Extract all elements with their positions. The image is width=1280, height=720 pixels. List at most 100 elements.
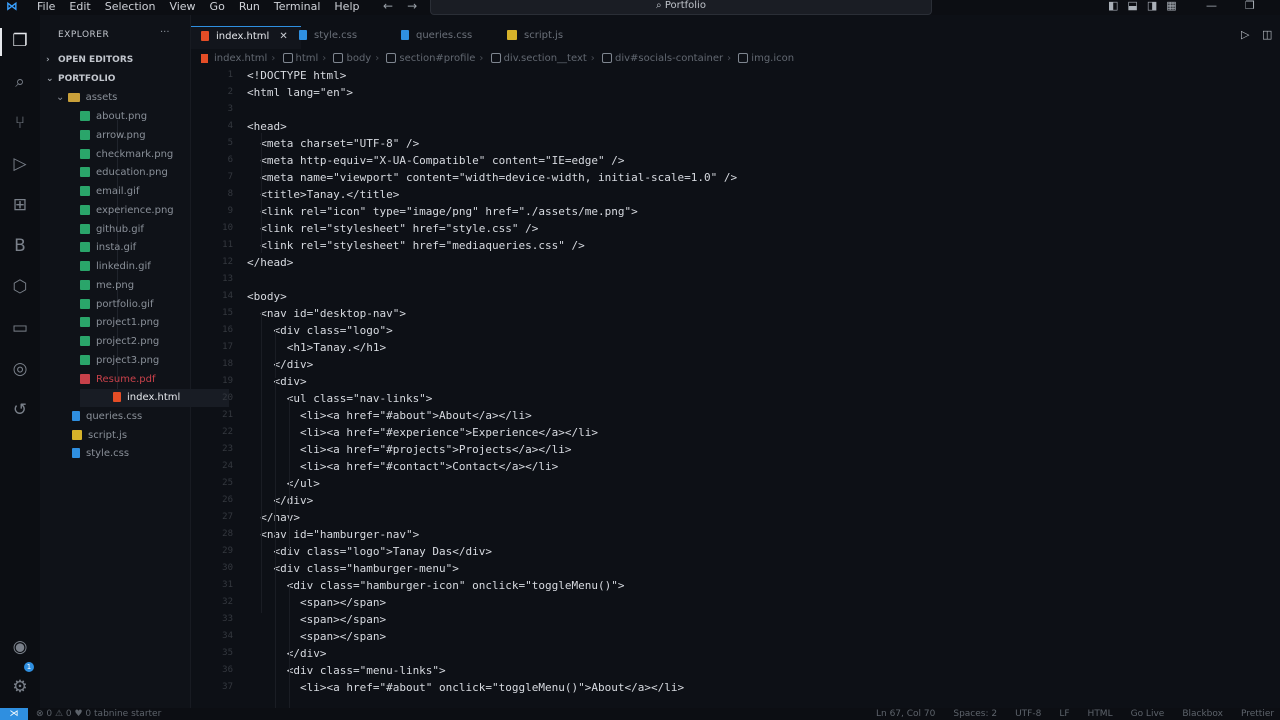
- breadcrumb-item[interactable]: html: [296, 53, 319, 64]
- file-item[interactable]: script.js: [72, 427, 127, 445]
- tab-script-js[interactable]: script.js: [507, 26, 587, 48]
- remote-explorer-icon[interactable]: ⬡: [8, 275, 32, 299]
- back-arrow-icon[interactable]: ←: [383, 0, 393, 13]
- breadcrumb-item[interactable]: body: [346, 53, 371, 64]
- remote-indicator-icon[interactable]: ⋊: [0, 708, 28, 720]
- menu-edit[interactable]: Edit: [62, 0, 97, 15]
- line-number: 11: [222, 240, 233, 250]
- forward-arrow-icon[interactable]: →: [407, 0, 417, 13]
- cursor-position[interactable]: Ln 67, Col 70: [876, 708, 935, 720]
- breadcrumb-item[interactable]: div.section__text: [504, 53, 587, 64]
- file-item[interactable]: project3.png: [80, 352, 159, 370]
- prettier-status[interactable]: Prettier: [1241, 708, 1274, 720]
- tab-label: queries.css: [416, 30, 473, 41]
- code-line: <nav id="hamburger-nav">: [247, 528, 420, 541]
- breadcrumb-item[interactable]: section#profile: [399, 53, 475, 64]
- file-item[interactable]: arrow.png: [80, 127, 146, 145]
- indent-guide: [275, 381, 276, 567]
- element-icon: [601, 53, 612, 63]
- blackbox-status[interactable]: Blackbox: [1182, 708, 1223, 720]
- file-label: insta.gif: [96, 242, 137, 254]
- open-editors-section[interactable]: › OPEN EDITORS: [46, 55, 133, 65]
- accounts-icon[interactable]: ◉: [8, 635, 32, 659]
- line-number: 20: [222, 393, 233, 403]
- image-file-icon: [80, 242, 90, 253]
- maximize-icon[interactable]: ❐: [1245, 0, 1255, 11]
- line-ending[interactable]: LF: [1059, 708, 1069, 720]
- search-icon[interactable]: ⌕: [8, 70, 32, 94]
- breadcrumb-item[interactable]: img.icon: [751, 53, 794, 64]
- menu-go[interactable]: Go: [203, 0, 232, 15]
- breadcrumb-item[interactable]: div#socials-container: [615, 53, 723, 64]
- menu-selection[interactable]: Selection: [98, 0, 163, 15]
- settings-gear-icon[interactable]: ⚙: [8, 675, 32, 699]
- toggle-panel-icon[interactable]: ⬓: [1127, 0, 1137, 12]
- image-file-icon: [80, 261, 90, 271]
- tab-style-css[interactable]: style.css: [299, 26, 389, 48]
- css-file-icon: [401, 30, 409, 40]
- file-item[interactable]: me.png: [80, 277, 134, 295]
- file-item[interactable]: about.png: [80, 108, 147, 126]
- extensions-icon[interactable]: ⊞: [8, 193, 32, 217]
- code-line: <title>Tanay.</title>: [247, 188, 400, 201]
- tab-queries-css[interactable]: queries.css: [401, 26, 491, 48]
- line-number: 17: [222, 342, 233, 352]
- run-icon[interactable]: ▷: [1241, 28, 1249, 41]
- toggle-sidebar-icon[interactable]: ◧: [1108, 0, 1118, 12]
- file-label: style.css: [86, 448, 130, 460]
- close-icon[interactable]: ✕: [279, 31, 287, 42]
- file-item[interactable]: education.png: [80, 164, 168, 182]
- source-control-icon[interactable]: ⑂: [8, 111, 32, 135]
- code-line: <link rel="icon" type="image/png" href="…: [247, 205, 638, 218]
- edge-devtools-icon[interactable]: ◎: [8, 357, 32, 381]
- split-editor-icon[interactable]: ◫: [1262, 28, 1272, 41]
- customize-layout-icon[interactable]: ▦: [1166, 0, 1176, 12]
- file-item[interactable]: project2.png: [80, 333, 159, 351]
- file-item[interactable]: github.gif: [80, 221, 144, 239]
- breadcrumb-item[interactable]: index.html: [214, 53, 267, 64]
- menu-help[interactable]: Help: [327, 0, 366, 15]
- toggle-secondary-sidebar-icon[interactable]: ◨: [1147, 0, 1157, 12]
- file-label: index.html: [127, 392, 181, 403]
- chat-icon[interactable]: ▭: [8, 316, 32, 340]
- file-item[interactable]: experience.png: [80, 202, 174, 220]
- code-editor[interactable]: 1 <!DOCTYPE html> 2 <html lang="en"> 3 4 <head…: [191, 68, 1280, 708]
- indentation[interactable]: Spaces: 2: [953, 708, 997, 720]
- encoding[interactable]: UTF-8: [1015, 708, 1041, 720]
- status-left[interactable]: ⊗ 0 ⚠ 0 ♥ 0 tabnine starter: [36, 708, 161, 720]
- tab-index-html[interactable]: index.html ✕: [191, 26, 301, 49]
- menu-view[interactable]: View: [162, 0, 202, 15]
- run-debug-icon[interactable]: ▷: [8, 152, 32, 176]
- blackbox-icon[interactable]: B: [8, 234, 32, 258]
- menu-file[interactable]: File: [30, 0, 62, 15]
- minimize-icon[interactable]: —: [1206, 0, 1217, 11]
- line-number: 2: [227, 87, 233, 97]
- file-item[interactable]: style.css: [72, 445, 129, 463]
- code-line: <div class="menu-links">: [247, 664, 446, 677]
- folder-icon: [67, 92, 80, 102]
- go-live-button[interactable]: Go Live: [1131, 708, 1165, 720]
- timeline-icon[interactable]: ↺: [8, 398, 32, 422]
- file-item[interactable]: portfolio.gif: [80, 296, 153, 314]
- line-number: 36: [222, 665, 233, 675]
- file-item[interactable]: linkedin.gif: [80, 258, 151, 276]
- portfolio-section[interactable]: ⌄ PORTFOLIO: [46, 74, 115, 84]
- file-item[interactable]: checkmark.png: [80, 146, 173, 164]
- file-item[interactable]: queries.css: [72, 408, 142, 426]
- code-line: <!DOCTYPE html>: [247, 69, 347, 82]
- file-item[interactable]: email.gif: [80, 183, 139, 201]
- menu-run[interactable]: Run: [232, 0, 267, 15]
- menu-terminal[interactable]: Terminal: [267, 0, 328, 15]
- line-number: 21: [222, 410, 233, 420]
- file-item[interactable]: insta.gif: [80, 239, 136, 257]
- file-item[interactable]: Resume.pdf: [80, 371, 156, 389]
- language-mode[interactable]: HTML: [1088, 708, 1113, 720]
- more-actions-icon[interactable]: ···: [160, 27, 170, 38]
- element-icon: [738, 53, 749, 63]
- title-bar: ⋈ File Edit Selection View Go Run Termin…: [0, 0, 1280, 15]
- command-center[interactable]: ⌕ Portfolio: [430, 0, 932, 15]
- file-item[interactable]: project1.png: [80, 314, 159, 332]
- folder-assets[interactable]: ⌄ assets: [56, 89, 117, 107]
- file-label: portfolio.gif: [96, 298, 154, 310]
- explorer-icon[interactable]: ❐: [8, 29, 32, 53]
